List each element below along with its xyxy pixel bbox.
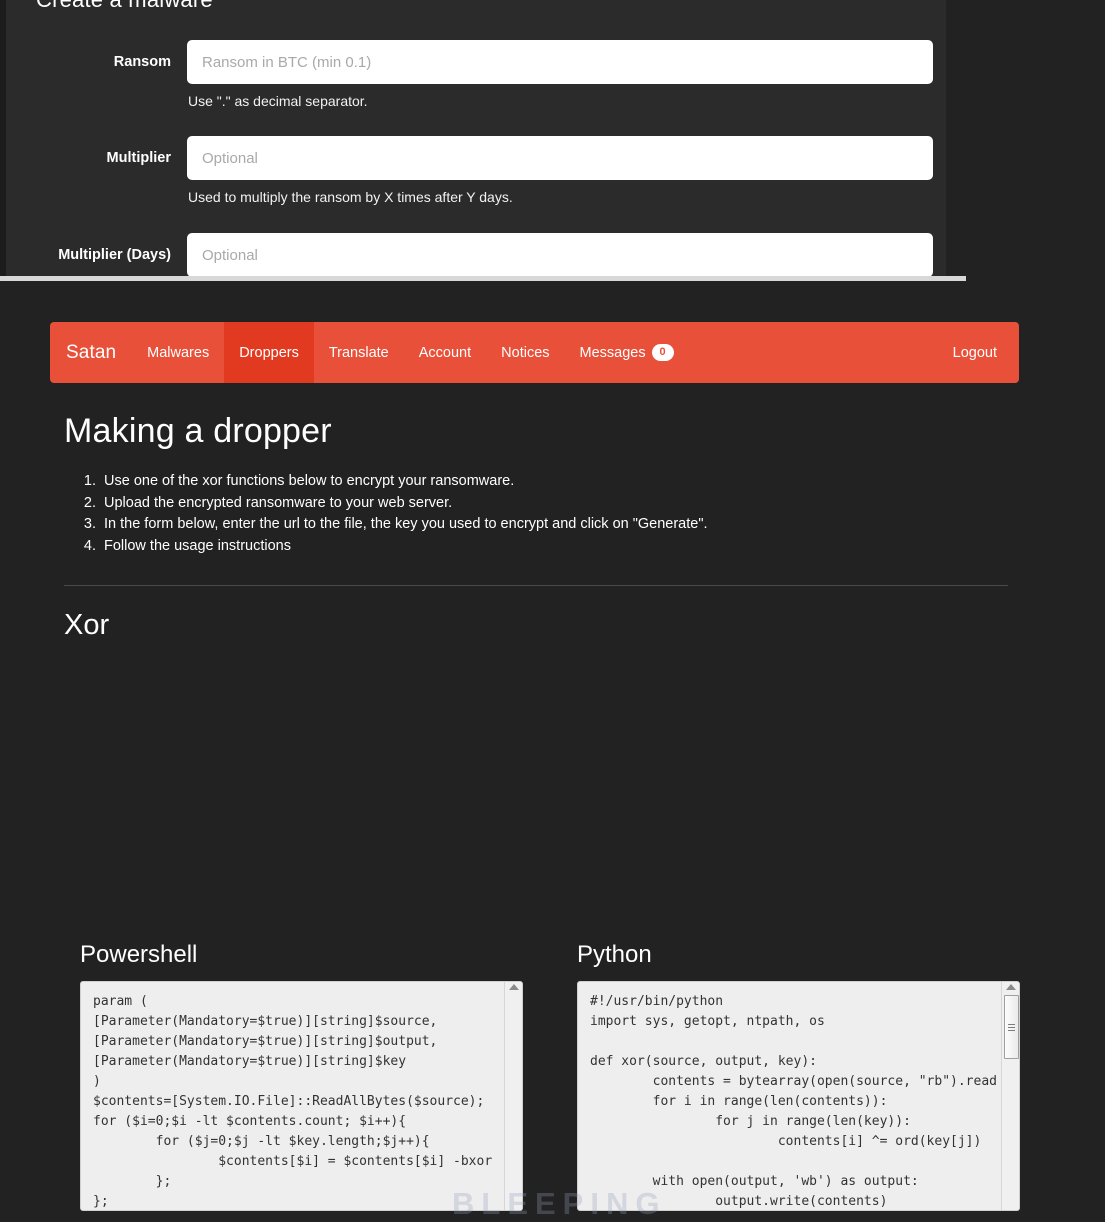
- nav-item-logout[interactable]: Logout: [938, 322, 1019, 383]
- grip-line: [1008, 1024, 1015, 1025]
- code-text-powershell: param ( [Parameter(Mandatory=$true)][str…: [93, 994, 493, 1209]
- scrollbar-python[interactable]: [1001, 982, 1019, 1210]
- page-body: Satan Malwares Droppers Translate Accoun…: [0, 281, 1105, 1221]
- main-navbar: Satan Malwares Droppers Translate Accoun…: [50, 322, 1019, 383]
- scroll-up-arrow-icon[interactable]: [508, 984, 519, 990]
- navbar-brand[interactable]: Satan: [50, 322, 132, 383]
- grip-line: [1008, 1027, 1015, 1028]
- code-examples-grid: Powershell param ( [Parameter(Mandatory=…: [80, 941, 1020, 1211]
- code-heading-python: Python: [577, 941, 652, 968]
- scrollbar-powershell[interactable]: [504, 982, 522, 1210]
- list-item: Follow the usage instructions: [100, 536, 1008, 558]
- nav-item-droppers[interactable]: Droppers: [224, 322, 314, 383]
- code-box-powershell[interactable]: param ( [Parameter(Mandatory=$true)][str…: [80, 981, 523, 1211]
- nav-item-notices[interactable]: Notices: [486, 322, 564, 383]
- code-column-python: Python #!/usr/bin/python import sys, get…: [577, 941, 1020, 1211]
- nav-item-messages[interactable]: Messages 0: [565, 322, 689, 383]
- grip-line: [1008, 1030, 1015, 1031]
- ransom-label: Ransom: [113, 54, 171, 70]
- multiplier-days-label: Multiplier (Days): [58, 247, 171, 263]
- nav-item-messages-label: Messages: [579, 344, 646, 361]
- code-column-powershell: Powershell param ( [Parameter(Mandatory=…: [80, 941, 523, 1211]
- instructions-list: Use one of the xor functions below to en…: [64, 471, 1008, 557]
- nav-item-translate[interactable]: Translate: [314, 322, 404, 383]
- previous-page-form-panel: Create a malware Ransom Use "." as decim…: [0, 0, 946, 276]
- section-title-xor: Xor: [64, 609, 110, 641]
- page-title: Making a dropper: [64, 412, 332, 450]
- messages-count-badge: 0: [651, 344, 674, 361]
- nav-item-account[interactable]: Account: [404, 322, 486, 383]
- ransom-input[interactable]: [187, 40, 933, 84]
- content-divider: [64, 585, 1008, 586]
- code-box-python[interactable]: #!/usr/bin/python import sys, getopt, nt…: [577, 981, 1020, 1211]
- main-content: Making a dropper Use one of the xor func…: [64, 411, 1008, 642]
- list-item: Use one of the xor functions below to en…: [100, 471, 1008, 493]
- list-item: In the form below, enter the url to the …: [100, 514, 1008, 536]
- nav-item-malwares[interactable]: Malwares: [132, 322, 224, 383]
- scroll-up-arrow-icon[interactable]: [1005, 984, 1016, 990]
- ransom-help-text: Use "." as decimal separator.: [188, 93, 368, 109]
- panel-title: Create a malware: [36, 0, 213, 13]
- multiplier-days-input[interactable]: [187, 233, 933, 276]
- scrollbar-thumb[interactable]: [1004, 995, 1019, 1059]
- navbar-spacer: [689, 322, 938, 383]
- code-text-python: #!/usr/bin/python import sys, getopt, nt…: [590, 994, 997, 1209]
- list-item: Upload the encrypted ransomware to your …: [100, 493, 1008, 515]
- code-heading-powershell: Powershell: [80, 941, 198, 968]
- multiplier-label: Multiplier: [106, 150, 171, 166]
- multiplier-help-text: Used to multiply the ransom by X times a…: [188, 189, 513, 205]
- multiplier-input[interactable]: [187, 136, 933, 180]
